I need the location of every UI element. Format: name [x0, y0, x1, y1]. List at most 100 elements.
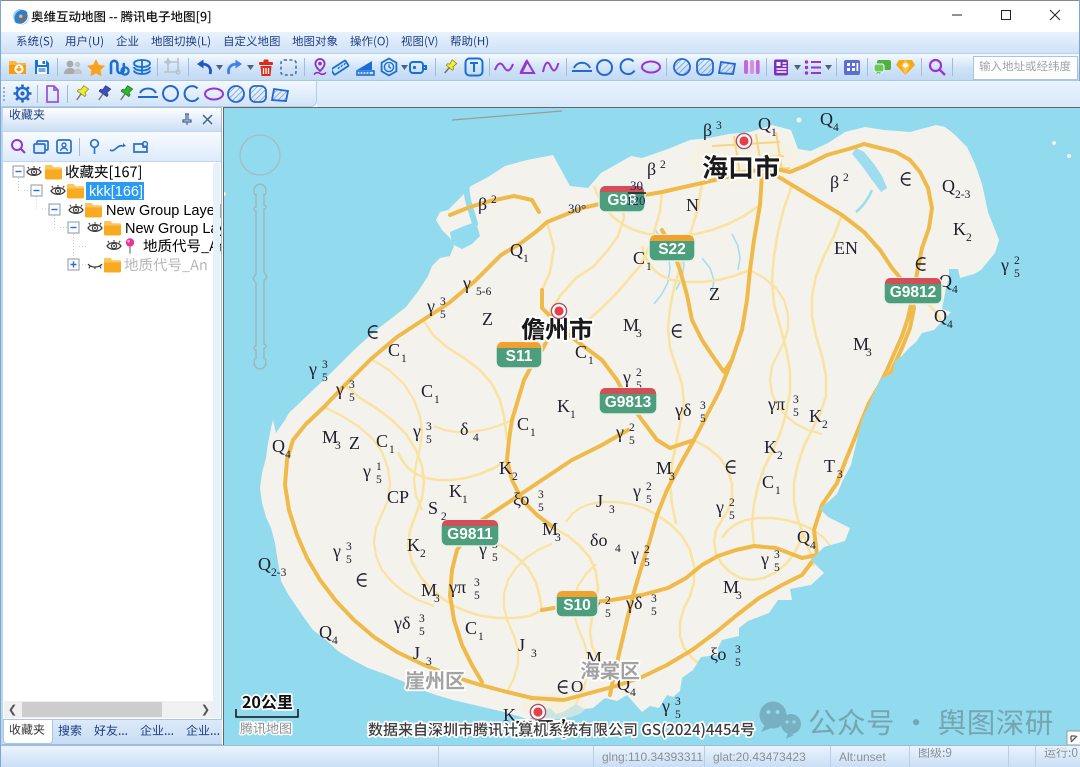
svg-text:5: 5: [538, 502, 544, 514]
svg-text:3: 3: [440, 296, 446, 308]
svg-text:1: 1: [646, 261, 652, 273]
svg-text:β: β: [703, 120, 712, 140]
svg-text:2: 2: [843, 172, 849, 184]
svg-text:5: 5: [735, 657, 741, 669]
svg-text:γ: γ: [760, 549, 769, 569]
svg-text:3: 3: [434, 593, 440, 605]
svg-text:4: 4: [332, 635, 338, 647]
svg-text:3: 3: [531, 648, 537, 660]
svg-text:1: 1: [771, 127, 777, 139]
svg-text:4: 4: [810, 540, 816, 552]
svg-text:2-3: 2-3: [955, 189, 971, 201]
svg-text:2: 2: [629, 422, 635, 434]
svg-text:2: 2: [646, 481, 652, 493]
svg-text:γ: γ: [308, 359, 317, 379]
svg-text:C: C: [388, 340, 400, 360]
svg-text:5: 5: [376, 474, 382, 486]
svg-text:120: 120: [626, 193, 646, 208]
svg-text:5: 5: [1014, 268, 1020, 280]
svg-text:G9812: G9812: [890, 284, 937, 301]
svg-text:1: 1: [462, 494, 468, 506]
svg-text:EN: EN: [834, 238, 858, 258]
svg-text:4: 4: [473, 432, 479, 444]
svg-text:Z: Z: [482, 309, 493, 329]
svg-text:5: 5: [474, 590, 480, 602]
svg-text:4: 4: [285, 449, 291, 461]
svg-text:ξο: ξο: [513, 489, 529, 509]
svg-text:5-6: 5-6: [476, 286, 492, 298]
svg-text:S22: S22: [658, 241, 686, 258]
svg-text:δο: δο: [590, 530, 607, 550]
svg-text:4: 4: [947, 319, 953, 331]
svg-text:γ: γ: [630, 544, 639, 564]
svg-text:2: 2: [512, 471, 518, 483]
svg-text:K: K: [764, 437, 777, 457]
svg-text:3: 3: [609, 504, 615, 516]
svg-text:3: 3: [735, 644, 741, 656]
svg-text:3: 3: [426, 421, 432, 433]
svg-text:S11: S11: [506, 348, 533, 365]
svg-text:3: 3: [700, 400, 706, 412]
svg-text:5: 5: [322, 372, 328, 384]
svg-text:5: 5: [646, 494, 652, 506]
svg-text:2-3: 2-3: [271, 567, 287, 579]
svg-text:2: 2: [660, 159, 666, 171]
svg-text:G9811: G9811: [447, 526, 493, 543]
svg-text:γπ: γπ: [767, 394, 785, 414]
svg-text:β: β: [647, 159, 656, 179]
svg-text:Z: Z: [709, 284, 720, 304]
svg-text:1: 1: [376, 461, 382, 473]
svg-text:3: 3: [675, 696, 681, 708]
svg-text:C: C: [376, 431, 388, 451]
svg-text:5: 5: [774, 562, 780, 574]
svg-text:Q: Q: [758, 114, 771, 134]
svg-text:S10: S10: [563, 597, 591, 614]
svg-text:γ: γ: [615, 422, 624, 442]
svg-text:2: 2: [1014, 255, 1020, 267]
svg-text:30: 30: [630, 178, 643, 193]
svg-text:3: 3: [774, 549, 780, 561]
svg-text:4: 4: [630, 687, 636, 699]
svg-text:5: 5: [729, 510, 735, 522]
svg-text:1: 1: [401, 353, 407, 365]
svg-text:G9813: G9813: [605, 394, 652, 411]
svg-text:30°: 30°: [568, 201, 586, 216]
svg-text:3: 3: [837, 469, 843, 481]
svg-text:1: 1: [523, 253, 529, 265]
svg-text:K: K: [953, 219, 966, 239]
svg-text:J: J: [518, 635, 525, 655]
svg-text:Q: Q: [258, 554, 271, 574]
svg-text:γ: γ: [426, 296, 435, 316]
svg-text:J: J: [596, 491, 603, 511]
svg-text:C: C: [575, 342, 587, 362]
svg-text:5: 5: [426, 434, 432, 446]
svg-text:K: K: [809, 406, 822, 426]
svg-text:2: 2: [605, 595, 611, 607]
svg-text:3: 3: [736, 590, 742, 602]
svg-text:5: 5: [605, 608, 611, 620]
svg-text:3: 3: [636, 328, 642, 340]
svg-text:5: 5: [644, 557, 650, 569]
svg-text:CP: CP: [387, 487, 409, 507]
svg-text:γδ: γδ: [674, 400, 691, 420]
svg-text:γ: γ: [1000, 255, 1009, 275]
svg-text:4: 4: [833, 122, 839, 134]
svg-text:3: 3: [538, 489, 544, 501]
svg-text:New Group Layer[1: New Group Layer[1: [106, 203, 221, 219]
svg-text:5: 5: [793, 407, 799, 419]
svg-text:γ: γ: [412, 421, 421, 441]
svg-text:Q: Q: [934, 306, 947, 326]
svg-text:γ: γ: [661, 696, 670, 716]
svg-text:Q: Q: [797, 527, 810, 547]
svg-text:K: K: [449, 481, 462, 501]
svg-text:3: 3: [866, 347, 872, 359]
svg-text:3: 3: [335, 440, 341, 452]
svg-text:β: β: [478, 194, 487, 214]
svg-text:γ: γ: [332, 541, 341, 561]
svg-text:C: C: [633, 248, 645, 268]
svg-text:C: C: [421, 381, 433, 401]
svg-text:2: 2: [777, 450, 783, 462]
svg-text:2: 2: [491, 194, 497, 206]
svg-text:1: 1: [530, 427, 536, 439]
svg-text:5: 5: [349, 392, 355, 404]
